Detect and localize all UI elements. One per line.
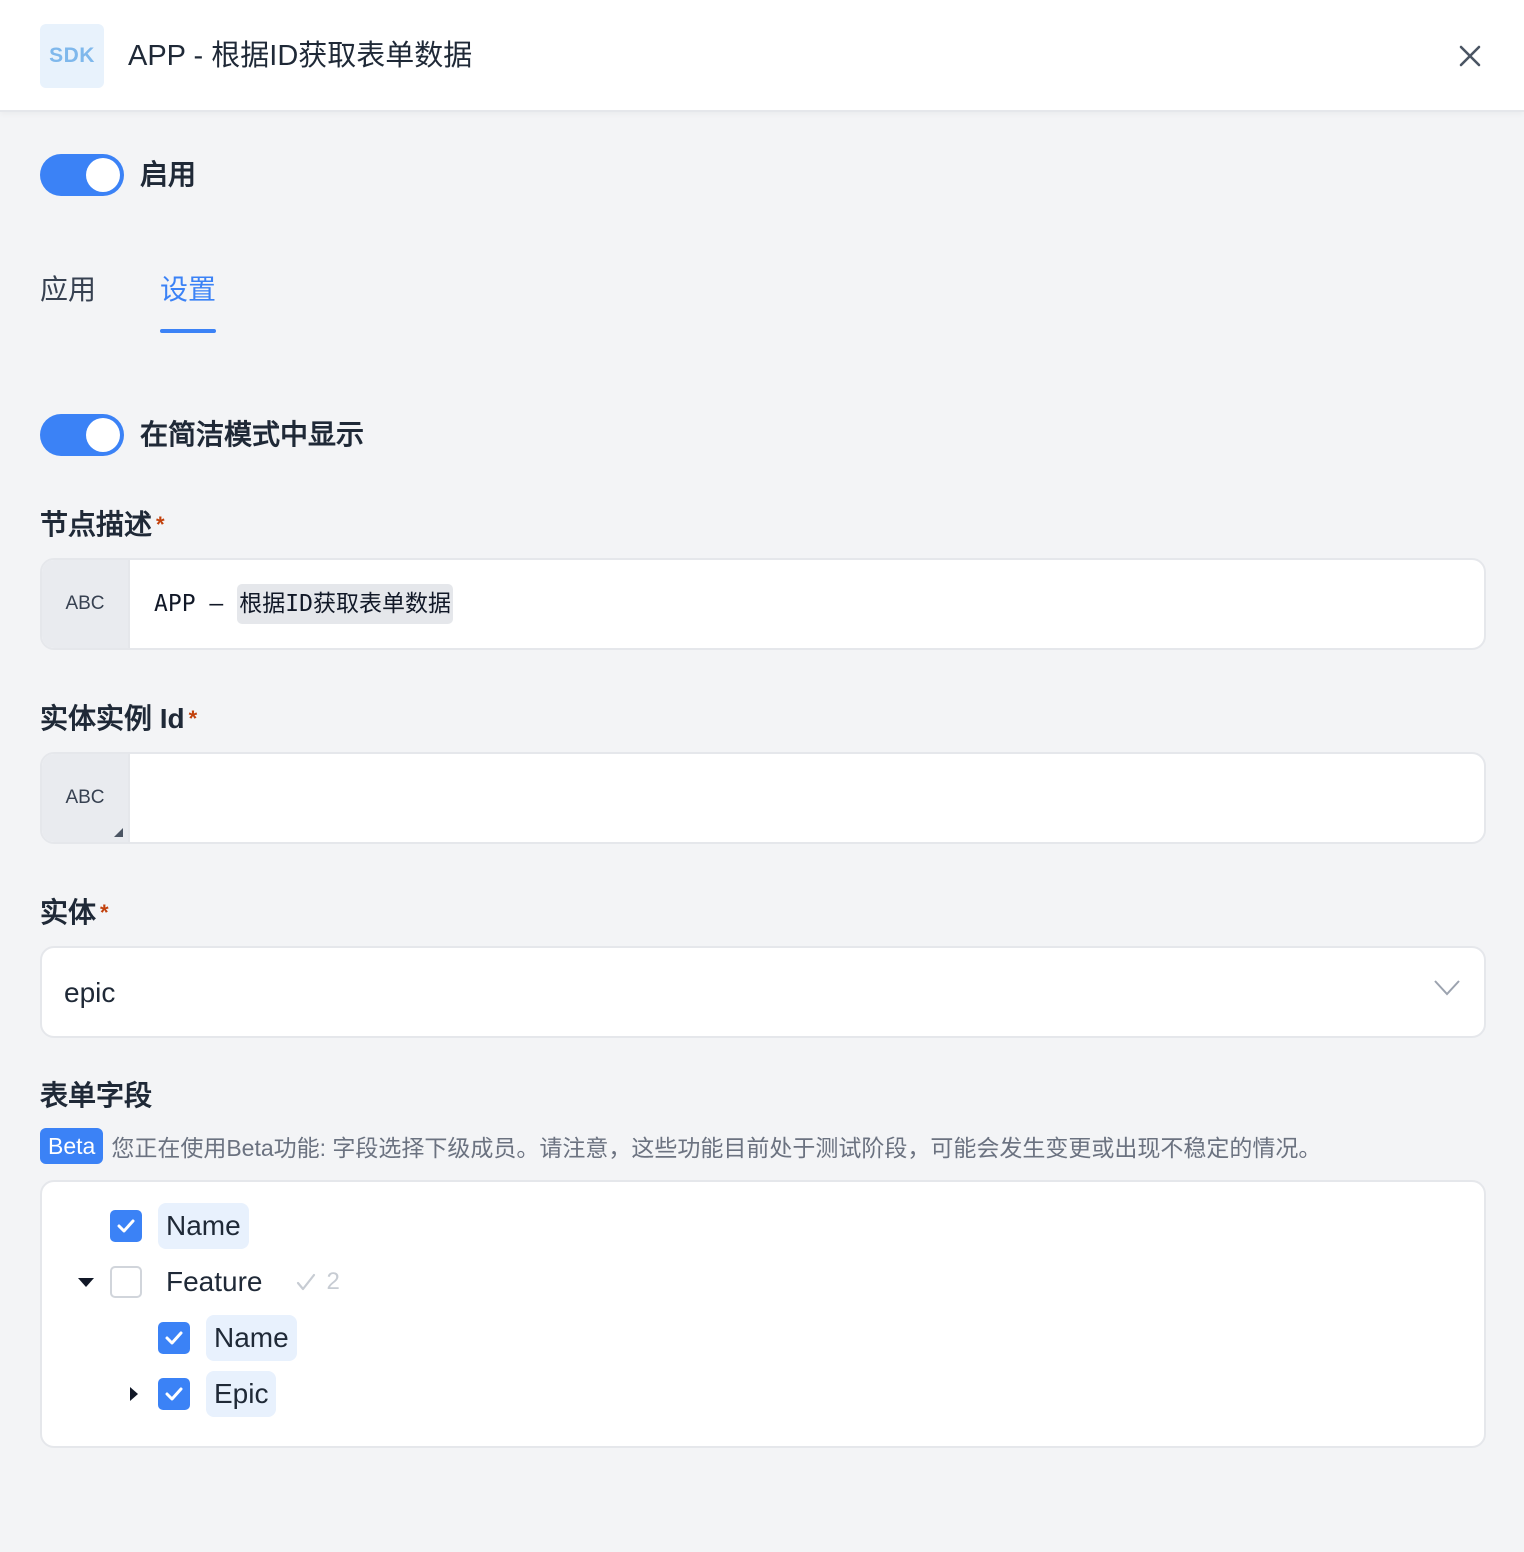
close-button[interactable] [1452, 38, 1488, 74]
tab-application[interactable]: 应用 [40, 270, 96, 310]
tree-node-checkbox[interactable] [110, 1210, 142, 1242]
tree-node-checkbox[interactable] [110, 1266, 142, 1298]
sdk-logo: SDK [40, 24, 104, 88]
simple-mode-toggle[interactable] [40, 414, 124, 456]
tree-node-checkbox[interactable] [158, 1322, 190, 1354]
text-type-prefix: ABC [42, 560, 130, 648]
entity-label-text: 实体 [40, 897, 97, 928]
tree-node-label[interactable]: Name [206, 1315, 297, 1361]
tree-node[interactable]: Feature 2 [78, 1258, 340, 1306]
checkmark-icon [165, 1331, 183, 1345]
form-fields-tree: Name Feature 2 Name Epic [40, 1180, 1486, 1448]
required-mark: * [188, 706, 198, 731]
entity-instance-id-label: 实体实例 Id * [40, 699, 197, 739]
caret-down-icon [78, 1277, 94, 1287]
node-description-label-text: 节点描述 [40, 509, 153, 540]
entity-instance-id-input[interactable]: ABC [40, 752, 1486, 844]
checkmark-icon [117, 1219, 135, 1233]
tree-node-checkbox[interactable] [158, 1378, 190, 1410]
checkmark-icon [165, 1387, 183, 1401]
active-tab-indicator [160, 329, 216, 333]
tree-node[interactable]: Epic [126, 1370, 277, 1418]
selected-count-value: 2 [326, 1268, 340, 1295]
node-description-value-prefix: APP – [154, 591, 224, 617]
entity-instance-id-label-text: 实体实例 Id [40, 703, 185, 734]
chevron-down-icon [1434, 980, 1460, 996]
entity-label: 实体 * [40, 893, 109, 933]
required-mark: * [100, 900, 109, 925]
enable-toggle[interactable] [40, 154, 124, 196]
text-type-prefix-label: ABC [65, 787, 105, 808]
node-description-input[interactable]: ABC APP – 根据ID获取表单数据 [40, 558, 1486, 650]
selected-children-count: 2 [295, 1268, 340, 1296]
expand-toggle[interactable] [78, 1274, 94, 1290]
enable-toggle-label: 启用 [140, 159, 197, 190]
panel-header: SDK APP - 根据ID获取表单数据 [0, 0, 1524, 112]
beta-badge: Beta [40, 1128, 104, 1164]
tree-node-label[interactable]: Feature [158, 1259, 271, 1305]
form-fields-label: 表单字段 [40, 1080, 153, 1111]
node-description-value-highlight: 根据ID获取表单数据 [237, 584, 453, 624]
panel-title: APP - 根据ID获取表单数据 [128, 40, 473, 72]
node-description-value[interactable]: APP – 根据ID获取表单数据 [154, 584, 453, 624]
toggle-knob [86, 418, 120, 452]
tree-node-label[interactable]: Epic [206, 1371, 277, 1417]
beta-notice-text: 您正在使用Beta功能: 字段选择下级成员。请注意，这些功能目前处于测试阶段，可… [111, 1135, 1322, 1161]
check-icon [296, 1273, 315, 1291]
tree-node-label[interactable]: Name [158, 1203, 249, 1249]
entity-select[interactable]: epic [40, 946, 1486, 1038]
entity-select-value: epic [64, 977, 116, 1008]
close-icon [1459, 45, 1481, 67]
tree-node[interactable]: Name [158, 1314, 297, 1362]
tree-node[interactable]: Name [110, 1202, 249, 1250]
tab-settings[interactable]: 设置 [160, 270, 216, 310]
simple-mode-toggle-label: 在简洁模式中显示 [140, 419, 365, 450]
resize-handle-icon[interactable] [114, 828, 123, 837]
toggle-knob [86, 158, 120, 192]
sdk-logo-text: SDK [49, 44, 95, 67]
expand-toggle[interactable] [126, 1386, 142, 1402]
caret-right-icon [130, 1387, 138, 1401]
required-mark: * [156, 512, 165, 537]
node-description-label: 节点描述 * [40, 505, 165, 545]
beta-notice: Beta 您正在使用Beta功能: 字段选择下级成员。请注意，这些功能目前处于测… [40, 1128, 1321, 1164]
text-type-prefix: ABC [42, 754, 130, 842]
